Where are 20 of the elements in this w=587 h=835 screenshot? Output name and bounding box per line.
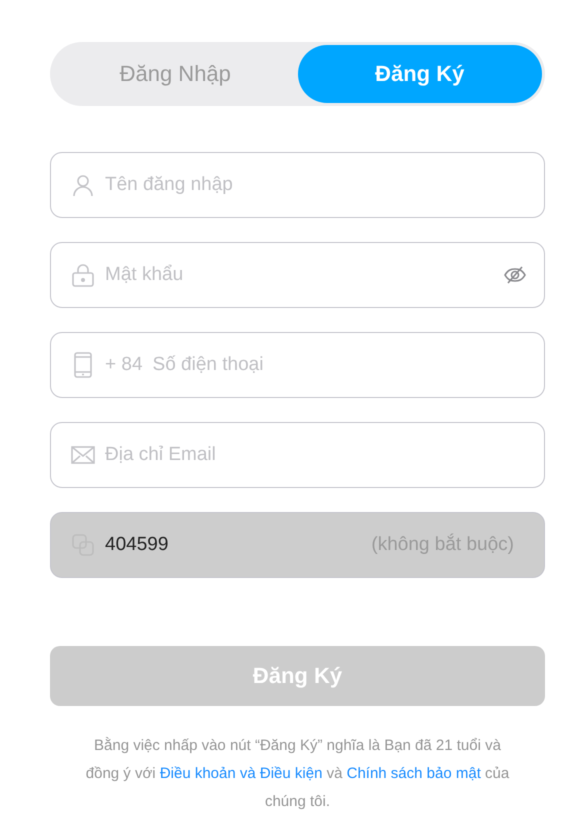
placeholder-text: Số điện thoại: [152, 354, 264, 376]
terms-text: Bằng việc nhấp vào nút “Đăng Ký” nghĩa là Bạn đã 21 tuổi và đồng ý với Điều khoản và Điều kiện và Chính sách bảo mật của chúng tôi.: [84, 736, 510, 812]
phone-icon: [71, 352, 95, 378]
placeholder-text: Tên đăng nhập: [105, 174, 234, 196]
user-icon: [71, 173, 95, 197]
placeholder-text: Địa chỉ Email: [105, 444, 217, 466]
code-value: 404599: [105, 534, 170, 556]
input-field[interactable]: Mật khẩu: [50, 242, 545, 308]
tab[interactable]: Đăng Nhập: [53, 45, 298, 103]
tab[interactable]: Đăng Ký: [298, 45, 542, 103]
eye-hidden-icon[interactable]: [504, 265, 526, 285]
terms-link[interactable]: Chính sách bảo mật: [346, 765, 481, 782]
input-field[interactable]: Địa chỉ Email: [50, 422, 545, 488]
input-field[interactable]: + 84 Số điện thoại: [50, 332, 545, 398]
country-code: + 84: [105, 354, 143, 376]
terms-link[interactable]: Điều khoản và Điều kiện: [160, 765, 322, 782]
lock-icon: [71, 263, 95, 287]
input-field[interactable]: Tên đăng nhập: [50, 152, 545, 218]
mail-icon: [71, 446, 95, 464]
placeholder-text: Mật khẩu: [105, 264, 184, 286]
